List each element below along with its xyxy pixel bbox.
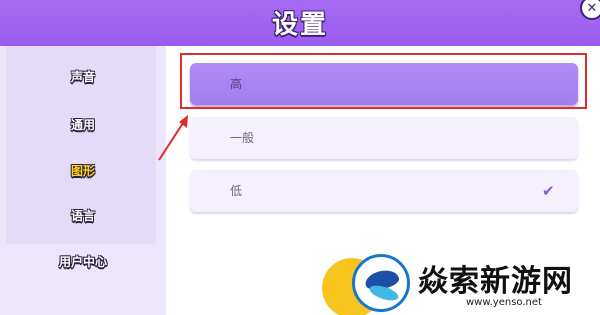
option-label: 一般: [230, 131, 255, 145]
sidebar-item-general[interactable]: 通用: [0, 111, 166, 137]
watermark-name: 焱索新游网: [418, 264, 573, 299]
sidebar-item-label: 通用: [70, 117, 95, 132]
watermark-url: www.yenso.net: [466, 297, 542, 308]
sidebar-item-label: 声音: [70, 69, 95, 84]
watermark: 焱索新游网 www.yenso.net: [348, 250, 600, 315]
close-icon: ✕: [586, 0, 598, 16]
watermark-logo-icon: [352, 254, 410, 312]
option-label: 低: [230, 184, 243, 198]
check-icon: ✔: [542, 182, 555, 200]
sidebar-item-label: 语言: [70, 208, 95, 223]
annotation-arrow-icon: [158, 115, 188, 161]
option-medium[interactable]: 一般: [190, 117, 578, 159]
sidebar-item-label: 图形: [70, 163, 95, 178]
sidebar-item-graphics[interactable]: 图形: [0, 157, 166, 183]
sidebar-item-label: 用户中心: [58, 254, 107, 269]
sidebar-item-language[interactable]: 语言: [0, 202, 166, 228]
settings-header: 设置: [0, 0, 600, 46]
option-low[interactable]: 低 ✔: [190, 170, 578, 212]
sidebar-item-user-center[interactable]: 用户中心: [0, 248, 166, 274]
settings-sidebar: 声音 通用 图形 语言 用户中心: [0, 46, 166, 315]
annotation-highlight-box: [180, 53, 587, 109]
sidebar-item-sound[interactable]: 声音: [0, 63, 166, 89]
page-title: 设置: [271, 10, 328, 40]
